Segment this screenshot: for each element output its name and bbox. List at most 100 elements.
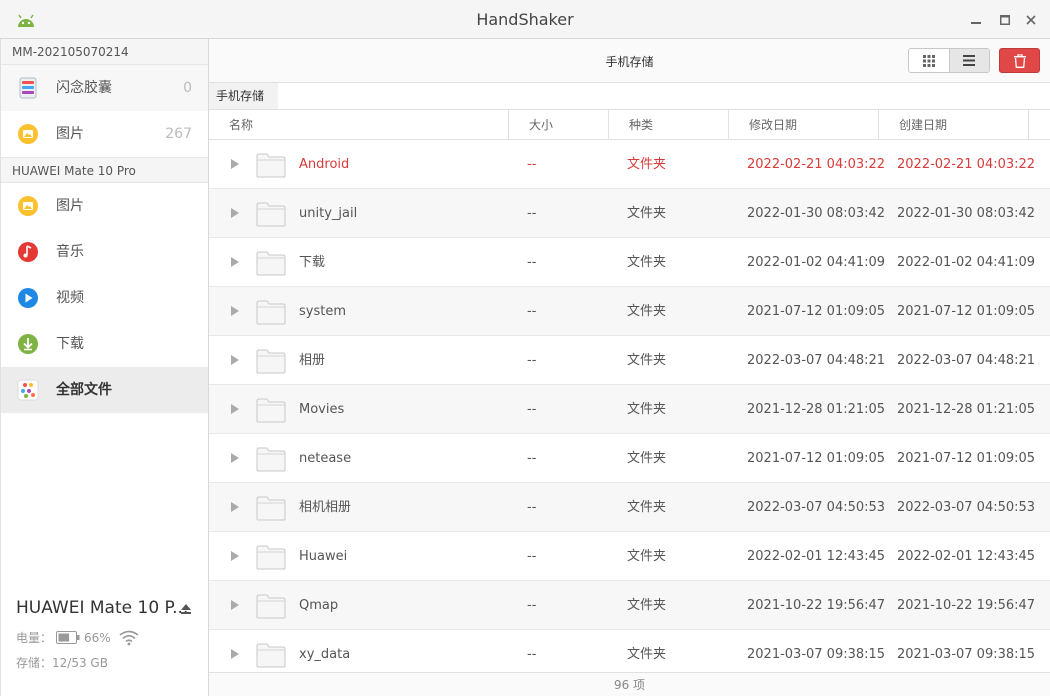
folder-icon <box>256 447 286 472</box>
file-created: 2022-02-21 04:03:22 <box>897 157 1036 172</box>
file-name: system <box>299 304 346 319</box>
breadcrumb: 手机存储 <box>209 83 1050 110</box>
sidebar-item-label: 闪念胶囊 <box>56 80 112 96</box>
sidebar-item-capsule[interactable]: 闪念胶囊 0 <box>1 65 208 111</box>
table-row[interactable]: Movies -- 文件夹 2021-12-28 01:21:05 2021-12-28… <box>209 385 1050 434</box>
window-title: HandShaker <box>476 10 574 29</box>
file-created: 2022-02-01 12:43:45 <box>897 549 1036 564</box>
sidebar-item-video[interactable]: 视频 <box>1 275 208 321</box>
folder-icon <box>256 496 286 521</box>
file-name: Huawei <box>299 549 348 564</box>
view-toggle <box>908 48 990 73</box>
table-row[interactable]: Qmap -- 文件夹 2021-10-22 19:56:47 2021-10-22 1… <box>209 581 1050 630</box>
file-kind: 文件夹 <box>627 255 667 270</box>
column-header-size[interactable]: 大小 <box>509 110 609 140</box>
maximize-button[interactable] <box>995 10 1015 30</box>
column-header-created[interactable]: 创建日期 <box>879 110 1029 140</box>
file-kind: 文件夹 <box>627 402 667 417</box>
file-kind: 文件夹 <box>627 206 667 221</box>
file-size: -- <box>527 451 537 466</box>
file-modified: 2021-07-12 01:09:05 <box>747 451 886 466</box>
expand-arrow-icon[interactable] <box>231 306 239 316</box>
table-row[interactable]: Android -- 文件夹 2022-02-21 04:03:22 2022-02-2… <box>209 140 1050 189</box>
file-size: -- <box>527 304 537 319</box>
folder-icon <box>256 153 286 178</box>
file-kind: 文件夹 <box>627 353 667 368</box>
close-button[interactable] <box>1021 10 1041 30</box>
file-kind: 文件夹 <box>627 157 667 172</box>
title-bar: HandShaker <box>0 0 1050 39</box>
expand-arrow-icon[interactable] <box>231 649 239 659</box>
toolbar: 手机存储 <box>209 39 1050 83</box>
table-row[interactable]: 下载 -- 文件夹 2022-01-02 04:41:09 2022-01-02 04:… <box>209 238 1050 287</box>
download-icon <box>18 334 38 354</box>
device-header-mm: MM-202105070214 <box>1 39 208 65</box>
expand-arrow-icon[interactable] <box>231 453 239 463</box>
battery-row: 电量： 66% <box>16 629 139 646</box>
table-row[interactable]: system -- 文件夹 2021-07-12 01:09:05 2021-07-12… <box>209 287 1050 336</box>
device-info-panel: HUAWEI Mate 10 P... 电量： 66% 存储：12/53 GB <box>1 596 209 696</box>
expand-arrow-icon[interactable] <box>231 208 239 218</box>
table-row[interactable]: netease -- 文件夹 2021-07-12 01:09:05 2021-07-1… <box>209 434 1050 483</box>
table-row[interactable]: 相册 -- 文件夹 2022-03-07 04:48:21 2022-03-07 04:… <box>209 336 1050 385</box>
column-header-modified[interactable]: 修改日期 <box>729 110 879 140</box>
item-count: 0 <box>183 80 192 96</box>
file-name: Android <box>299 157 350 172</box>
sidebar-item-pictures[interactable]: 图片 <box>1 183 208 229</box>
sidebar-item-label: 图片 <box>56 198 84 214</box>
expand-arrow-icon[interactable] <box>231 404 239 414</box>
grid-view-button[interactable] <box>909 49 949 72</box>
expand-arrow-icon[interactable] <box>231 551 239 561</box>
sidebar-item-all-files[interactable]: 全部文件 <box>1 367 208 413</box>
picture-icon <box>18 124 38 144</box>
file-size: -- <box>527 353 537 368</box>
table-row[interactable]: unity_jail -- 文件夹 2022-01-30 08:03:42 2022-0… <box>209 189 1050 238</box>
list-view-button[interactable] <box>948 49 989 72</box>
file-created: 2022-03-07 04:50:53 <box>897 500 1036 515</box>
file-modified: 2022-03-07 04:48:21 <box>747 353 886 368</box>
expand-arrow-icon[interactable] <box>231 600 239 610</box>
trash-icon <box>1013 53 1026 68</box>
sidebar-item-music[interactable]: 音乐 <box>1 229 208 275</box>
folder-icon <box>256 202 286 227</box>
file-modified: 2022-03-07 04:50:53 <box>747 500 886 515</box>
sidebar: MM-202105070214 闪念胶囊 0 图片 267 HUAWEI Mat… <box>0 39 209 696</box>
folder-icon <box>256 643 286 668</box>
file-kind: 文件夹 <box>627 304 667 319</box>
file-size: -- <box>527 598 537 613</box>
sidebar-item-label: 下载 <box>56 336 84 352</box>
table-row[interactable]: Huawei -- 文件夹 2022-02-01 12:43:45 2022-02-01… <box>209 532 1050 581</box>
breadcrumb-item[interactable]: 手机存储 <box>209 83 279 109</box>
table-row[interactable]: 相机相册 -- 文件夹 2022-03-07 04:50:53 2022-03-07 0… <box>209 483 1050 532</box>
table-row[interactable]: xy_data -- 文件夹 2021-03-07 09:38:15 2021-03-0… <box>209 630 1050 672</box>
storage-label: 存储： <box>16 656 53 670</box>
sidebar-item-pictures-mm[interactable]: 图片 267 <box>1 111 208 157</box>
file-name: 相册 <box>299 353 326 368</box>
file-modified: 2021-12-28 01:21:05 <box>747 402 886 417</box>
sidebar-item-download[interactable]: 下载 <box>1 321 208 367</box>
picture-icon <box>18 196 38 216</box>
expand-arrow-icon[interactable] <box>231 159 239 169</box>
device-name: HUAWEI Mate 10 P... <box>16 598 189 618</box>
item-count-status: 96 项 <box>613 678 646 692</box>
file-created: 2021-12-28 01:21:05 <box>897 402 1036 417</box>
column-header-kind[interactable]: 种类 <box>609 110 729 140</box>
video-icon <box>18 288 38 308</box>
list-icon <box>963 55 976 66</box>
expand-arrow-icon[interactable] <box>231 355 239 365</box>
eject-icon[interactable] <box>179 602 193 616</box>
column-header-name[interactable]: 名称 <box>209 110 509 140</box>
folder-icon <box>256 398 286 423</box>
file-modified: 2022-01-30 08:03:42 <box>747 206 886 221</box>
delete-button[interactable] <box>999 48 1040 73</box>
main-panel: 手机存储 手机存储 名称 大小 种类 修改日期 创建日期 Android -- … <box>209 39 1050 696</box>
expand-arrow-icon[interactable] <box>231 502 239 512</box>
file-name: xy_data <box>299 647 351 662</box>
expand-arrow-icon[interactable] <box>231 257 239 267</box>
table-header: 名称 大小 种类 修改日期 创建日期 <box>209 110 1050 140</box>
file-created: 2022-01-02 04:41:09 <box>897 255 1036 270</box>
minimize-button[interactable] <box>966 10 986 30</box>
sidebar-item-label: 视频 <box>56 290 84 306</box>
file-kind: 文件夹 <box>627 598 667 613</box>
file-created: 2022-03-07 04:48:21 <box>897 353 1036 368</box>
